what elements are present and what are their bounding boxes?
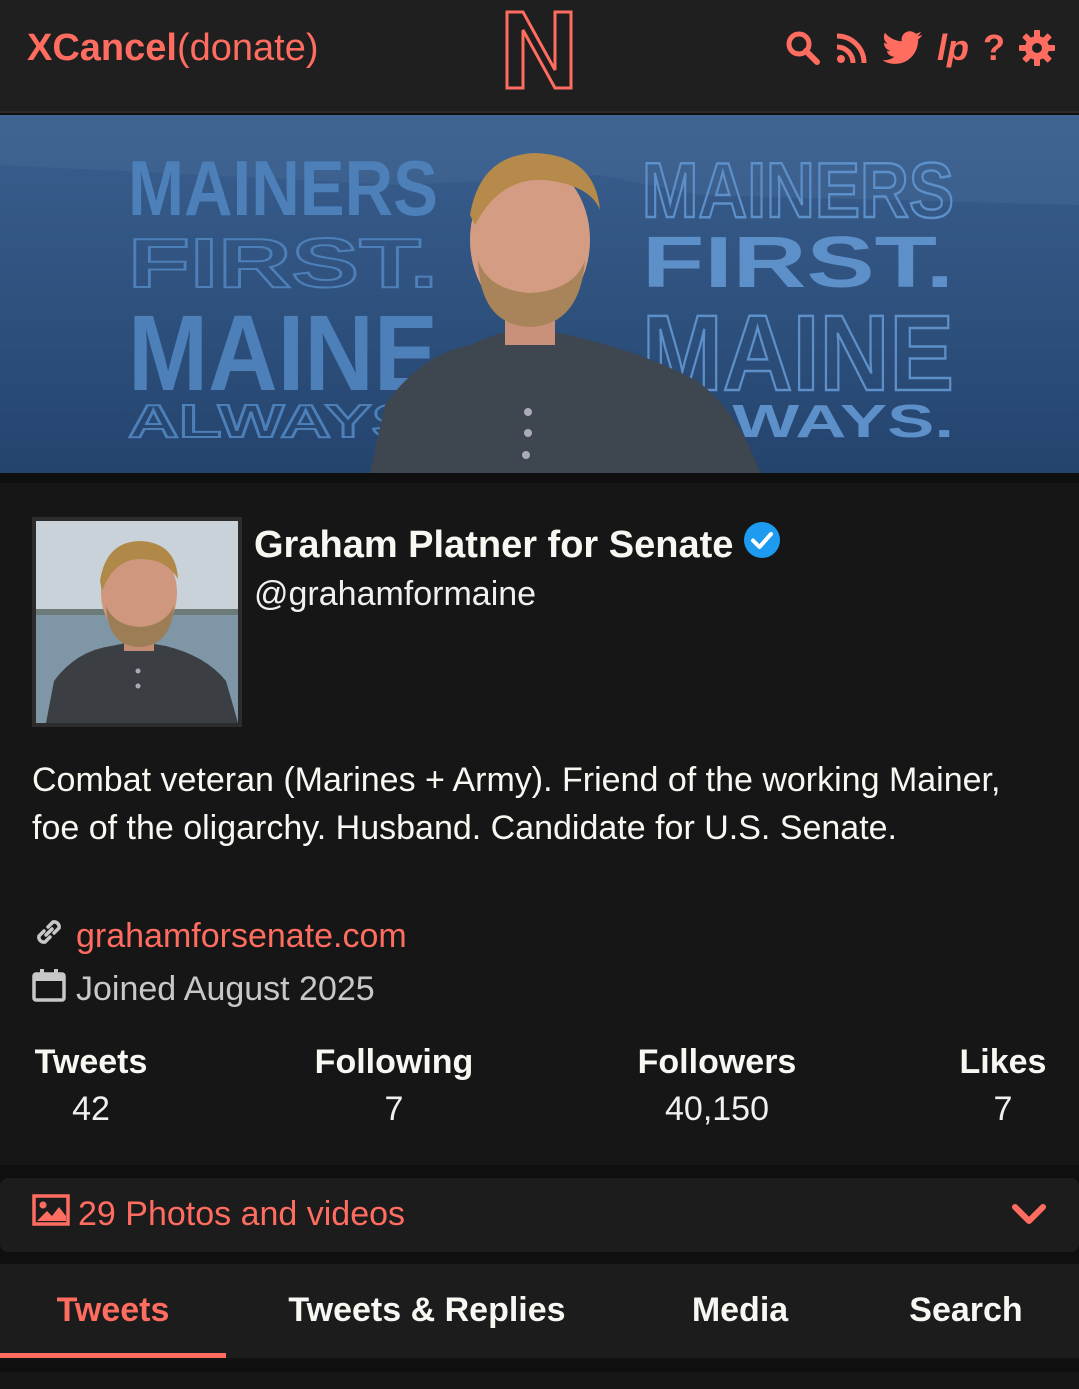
rss-icon[interactable] bbox=[835, 31, 869, 65]
donate-link[interactable]: (donate) bbox=[177, 27, 319, 69]
timeline-start bbox=[0, 1372, 1079, 1389]
verified-badge-icon bbox=[743, 521, 781, 569]
calendar-icon bbox=[32, 968, 66, 1011]
profile-banner[interactable]: MAINERS FIRST. MAINE ALWAYS. MAINERS FIR… bbox=[0, 115, 1079, 473]
timeline-tabs: Tweets Tweets & Replies Media Search bbox=[0, 1264, 1079, 1360]
site-brand-link[interactable]: XCancel(donate) bbox=[27, 26, 319, 70]
tab-search[interactable]: Search bbox=[880, 1264, 1052, 1358]
profile-website-link[interactable]: grahamforsenate.com bbox=[76, 917, 407, 956]
stat-tweets: Tweets 42 bbox=[32, 1041, 150, 1135]
stat-followers-label[interactable]: Followers bbox=[636, 1041, 798, 1083]
stat-likes-value[interactable]: 7 bbox=[958, 1083, 1048, 1135]
banner-left-line-1: MAINERS bbox=[128, 144, 438, 232]
search-icon[interactable] bbox=[785, 30, 821, 66]
profile-avatar[interactable] bbox=[32, 517, 242, 727]
help-icon[interactable]: ? bbox=[983, 27, 1005, 69]
profile-card: Graham Platner for Senate @grahamformain… bbox=[0, 483, 1079, 1165]
banner-right-line-2: FIRST. bbox=[642, 223, 954, 303]
tab-tweets[interactable]: Tweets bbox=[0, 1264, 226, 1358]
stat-following-label[interactable]: Following bbox=[314, 1041, 474, 1083]
photos-and-videos-toggle[interactable]: 29 Photos and videos bbox=[0, 1178, 1079, 1252]
profile-joined-date: Joined August 2025 bbox=[76, 970, 375, 1008]
top-navbar: XCancel(donate) lp ? bbox=[0, 0, 1079, 113]
stat-likes[interactable]: Likes 7 bbox=[958, 1041, 1048, 1135]
tab-media[interactable]: Media bbox=[650, 1264, 830, 1358]
chevron-down-icon[interactable] bbox=[1011, 1202, 1047, 1233]
stat-followers[interactable]: Followers 40,150 bbox=[636, 1041, 798, 1135]
profile-fullname[interactable]: Graham Platner for Senate bbox=[254, 521, 781, 569]
stat-following[interactable]: Following 7 bbox=[314, 1041, 474, 1135]
profile-website-row: grahamforsenate.com bbox=[32, 915, 407, 958]
settings-icon[interactable] bbox=[1019, 30, 1055, 66]
tab-tweets-and-replies[interactable]: Tweets & Replies bbox=[240, 1264, 614, 1358]
twitter-icon[interactable] bbox=[883, 31, 923, 65]
stat-likes-label[interactable]: Likes bbox=[958, 1041, 1048, 1083]
image-icon bbox=[32, 1194, 70, 1235]
profile-bio: Combat veteran (Marines + Army). Friend … bbox=[32, 761, 1001, 847]
lp-icon[interactable]: lp bbox=[937, 27, 969, 69]
banner-left-line-2: FIRST. bbox=[128, 224, 438, 302]
banner-right-line-1: MAINERS bbox=[642, 146, 954, 234]
photos-and-videos-label[interactable]: 29 Photos and videos bbox=[78, 1195, 405, 1234]
brand-name[interactable]: XCancel bbox=[27, 27, 177, 69]
profile-joined-row: Joined August 2025 bbox=[32, 968, 375, 1011]
profile-username[interactable]: @grahamformaine bbox=[254, 575, 536, 614]
link-icon bbox=[32, 915, 66, 958]
fullname-text[interactable]: Graham Platner for Senate bbox=[254, 524, 733, 567]
stat-following-value[interactable]: 7 bbox=[314, 1083, 474, 1135]
nitter-logo-icon[interactable] bbox=[503, 8, 575, 92]
profile-stats: Tweets 42 Following 7 Followers 40,150 L… bbox=[0, 1041, 1079, 1131]
stat-tweets-label: Tweets bbox=[34, 1043, 148, 1081]
stat-followers-value[interactable]: 40,150 bbox=[636, 1083, 798, 1135]
stat-tweets-value: 42 bbox=[72, 1090, 110, 1128]
